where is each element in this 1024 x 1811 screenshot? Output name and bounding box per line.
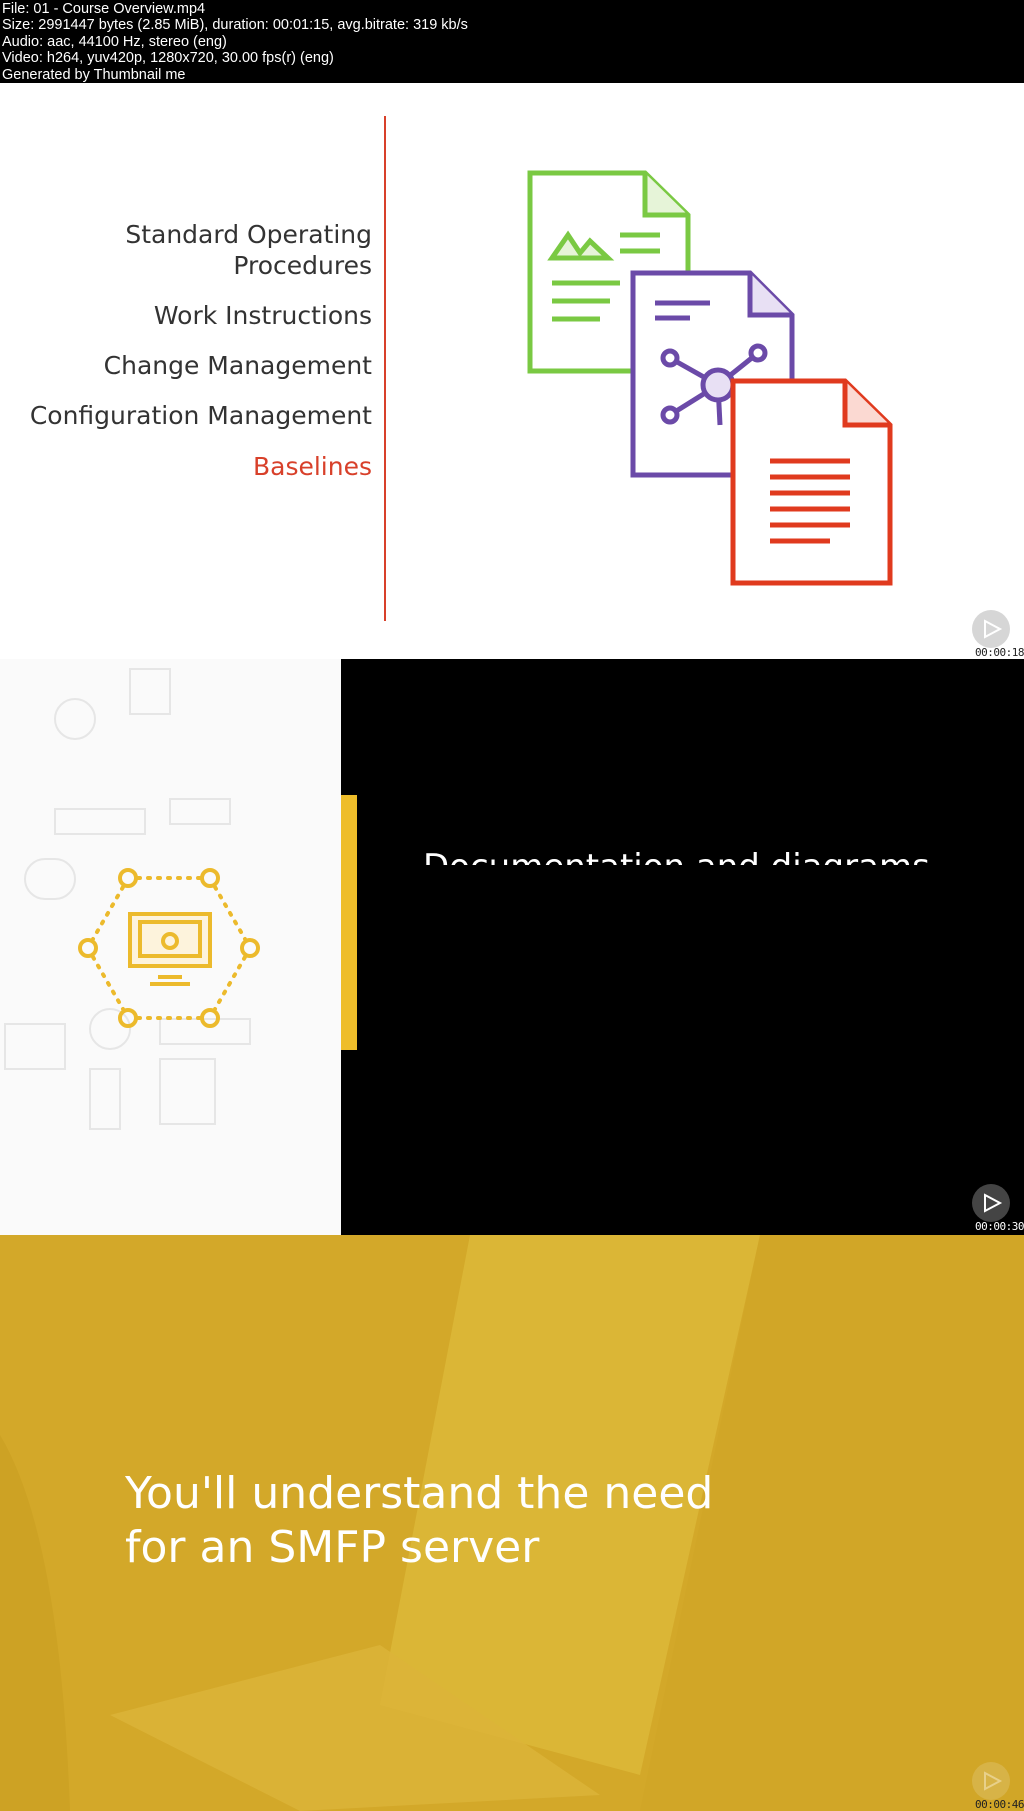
text-document-icon [730, 378, 893, 586]
play-icon [972, 1762, 1010, 1800]
topic-item-active: Baselines [252, 452, 372, 481]
tech-pattern-background [0, 659, 341, 1235]
topic-item: Configuration Management [29, 401, 372, 430]
thumbnail-frame-2: Documentation and diagrams 00:00:30 [0, 659, 1024, 1235]
documents-illustration [527, 170, 893, 586]
divider-line [384, 116, 386, 621]
slide-message: You'll understand the need for an SMFP s… [125, 1467, 713, 1575]
message-line-1: You'll understand the need [125, 1468, 714, 1519]
topic-item: Procedures [233, 251, 372, 280]
topic-item: Standard Operating [125, 220, 372, 249]
size-line: Size: 2991447 bytes (2.85 MiB), duration… [2, 17, 468, 34]
file-line: File: 01 - Course Overview.mp4 [2, 1, 206, 17]
accent-bar [341, 795, 357, 1050]
network-monitor-gear-icon [4, 668, 260, 1130]
thumbnail-frame-3: You'll understand the need for an SMFP s… [0, 1235, 1024, 1811]
topic-item: Work Instructions [153, 301, 372, 330]
timestamp: 00:00:30 [975, 1220, 1024, 1233]
timestamp: 00:00:46 [975, 1798, 1024, 1811]
message-line-2: for an SMFP server [125, 1522, 540, 1573]
timestamp: 00:00:18 [975, 646, 1024, 659]
generator-line: Generated by Thumbnail me [2, 66, 186, 83]
audio-line: Audio: aac, 44100 Hz, stereo (eng) [2, 33, 227, 50]
thumbnail-frame-1: Standard Operating Procedures Work Instr… [0, 83, 1024, 659]
slide-title: Documentation and diagrams [423, 847, 930, 865]
video-info-header: File: 01 - Course Overview.mp4 Size: 299… [0, 0, 1024, 83]
play-icon [972, 1184, 1010, 1222]
topic-item: Change Management [103, 351, 372, 380]
play-icon [972, 610, 1010, 648]
video-line: Video: h264, yuv420p, 1280x720, 30.00 fp… [2, 50, 334, 67]
